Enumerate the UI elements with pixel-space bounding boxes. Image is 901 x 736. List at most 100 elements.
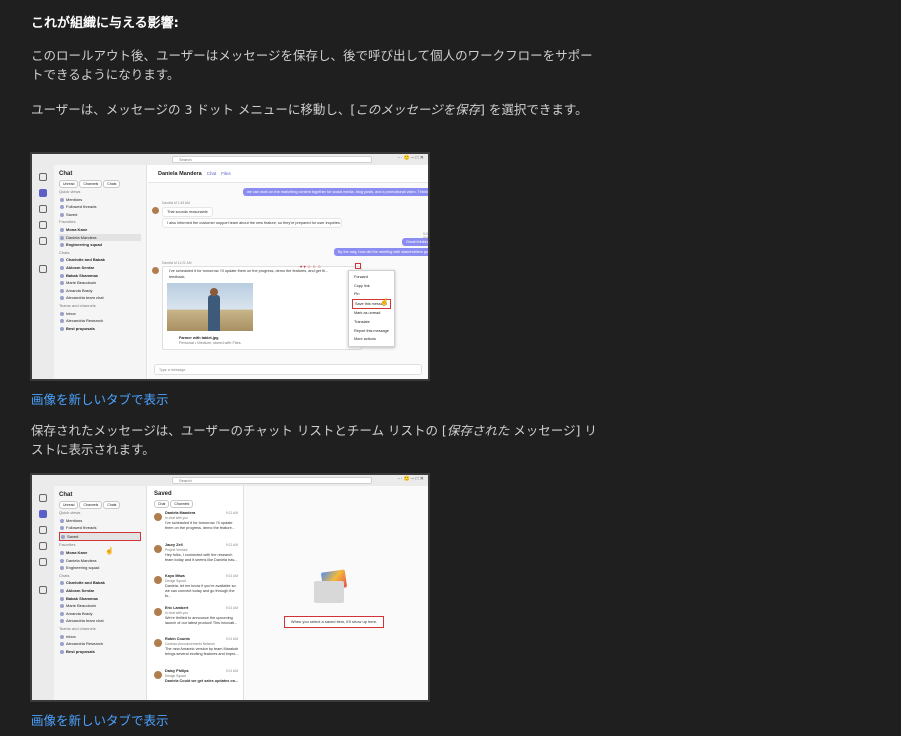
empty-state-message: When you select a saved item, it'll show… (284, 616, 384, 628)
saved-item-text: Hey folks, I connected with the research… (165, 552, 238, 562)
menu-item-translate[interactable]: Translate (352, 318, 391, 327)
menu-item-mark-unread[interactable]: Mark as unread (352, 309, 391, 318)
list-item[interactable]: Alexandria Research (59, 640, 141, 648)
calls-icon[interactable] (39, 542, 47, 550)
filter-pills: Unread Channels Chats (59, 501, 141, 509)
activity-icon[interactable] (39, 173, 47, 181)
list-item[interactable]: Alexandria Research (59, 317, 141, 325)
more-options-icon[interactable] (355, 263, 361, 269)
list-item[interactable]: Inbox (59, 310, 141, 318)
list-item[interactable]: Inbox (59, 633, 141, 641)
message-bubble[interactable]: we can work on the marketing content tog… (243, 188, 428, 196)
para3-before: 保存されたメッセージは、ユーザーのチャット リストとチーム リストの [ (31, 423, 447, 438)
message-bubble[interactable]: Great thinking. (402, 238, 428, 246)
list-item[interactable]: Charlotte and Babak (59, 256, 141, 264)
message-meta: Daniela M 1:45 AM (162, 201, 190, 205)
saved-item-time: 9:21 AM (225, 542, 238, 547)
list-item-mentions[interactable]: Mentions (59, 196, 141, 204)
chat-icon[interactable] (39, 510, 47, 518)
saved-item-text: I've scheduled it for tomorrow. I'll upd… (165, 521, 235, 530)
teams-icon[interactable] (39, 205, 47, 213)
list-item[interactable]: Marie Beaudouin (59, 279, 141, 287)
list-item[interactable]: Engineering squad (59, 241, 141, 249)
apps-icon[interactable] (39, 586, 47, 594)
menu-item-forward[interactable]: Forward (352, 273, 391, 282)
list-item[interactable]: Mona Kane (59, 549, 141, 557)
avatar (154, 607, 162, 616)
list-item-followed[interactable]: Followed threads (59, 524, 141, 532)
list-item[interactable]: Engineering squad (59, 564, 141, 572)
message-bubble[interactable]: I also informed the customer support tea… (162, 218, 342, 228)
list-item[interactable]: Alexandria team chat (59, 294, 141, 302)
list-item[interactable]: Alexandria team chat (59, 617, 141, 625)
menu-item-copy-link[interactable]: Copy link (352, 282, 391, 291)
paragraph-rollout: このロールアウト後、ユーザーはメッセージを保存し、後で呼び出して個人のワークフロ… (31, 48, 593, 82)
onedrive-icon[interactable] (39, 237, 47, 245)
screenshot-save-message[interactable]: Search ··· 🙂 – □ ✕ Chat Unread Channels Ch… (30, 152, 430, 381)
window-controls[interactable]: ··· 🙂 – □ ✕ (397, 155, 424, 161)
list-item[interactable]: Amanda Brady (59, 610, 141, 618)
saved-item-time: 9:21 AM (225, 637, 238, 641)
list-item-saved[interactable]: Saved (59, 531, 141, 542)
saved-item[interactable]: Daisy Philips 9:21 AM Design Squad Danie… (148, 666, 243, 698)
open-image-link-2[interactable]: 画像を新しいタブで表示 (31, 710, 169, 729)
list-item[interactable]: Daniela Mandera (59, 233, 141, 242)
activity-icon[interactable] (39, 494, 47, 502)
search-input[interactable]: Search (172, 156, 372, 163)
pill-chats[interactable]: Chats (103, 501, 121, 509)
tab-chat[interactable]: Chat (207, 171, 217, 176)
tab-files[interactable]: Files (221, 171, 231, 176)
list-item[interactable]: Aklosm Serdar (59, 587, 141, 595)
list-item[interactable]: Daniela Mandera (59, 557, 141, 565)
saved-item[interactable]: Daniela Mandera 9:21 AM In chat with you… (148, 508, 243, 540)
pill-chats[interactable]: Chats (103, 180, 121, 188)
list-item[interactable]: Best proposals (59, 648, 141, 656)
message-bubble[interactable]: That sounds reasonable (162, 207, 213, 217)
list-item[interactable]: Babak Shammas (59, 272, 141, 280)
list-item[interactable]: Charlotte and Babak (59, 579, 141, 587)
chat-header-name: Daniela Mandera (158, 171, 202, 177)
list-item-mentions[interactable]: Mentions (59, 517, 141, 525)
saved-item[interactable]: Kayo Miwa 9:21 AM Design Squad Daniela, … (148, 571, 243, 603)
open-image-link-1[interactable]: 画像を新しいタブで表示 (31, 389, 169, 408)
menu-item-more-actions[interactable]: More actions (352, 335, 391, 344)
saved-item[interactable]: Robin Counts 9:21 AM Contoso Announcemen… (148, 634, 243, 666)
saved-pane: Saved Chat Channels Daniela Mandera 9:21 … (148, 486, 244, 700)
list-item[interactable]: Babak Shammas (59, 595, 141, 603)
apps-icon[interactable] (39, 265, 47, 273)
chat-icon[interactable] (39, 189, 47, 197)
envelope-icon (314, 581, 344, 603)
onedrive-icon[interactable] (39, 558, 47, 566)
teams-icon[interactable] (39, 526, 47, 534)
message-card[interactable]: I've scheduled it for tomorrow. I'll upd… (162, 266, 362, 350)
search-input[interactable]: Search (172, 477, 372, 484)
pill-chat[interactable]: Chat (154, 500, 170, 508)
calls-icon[interactable] (39, 221, 47, 229)
pill-unread[interactable]: Unread (59, 180, 79, 188)
avatar (154, 513, 162, 521)
pill-channels[interactable]: Channels (170, 500, 194, 508)
reactions-bar[interactable]: ♥ ♥ ☺ ☺ ☺ (300, 264, 321, 269)
saved-item[interactable]: Jaury Zell 9:21 AM Project Venture Hey f… (148, 540, 243, 572)
message-bubble[interactable]: By the way, how did the meeting with sta… (334, 248, 428, 256)
compose-box[interactable]: Type a message (154, 364, 422, 375)
list-item[interactable]: Marie Beaudouin (59, 602, 141, 610)
list-item[interactable]: Aklosm Serdar (59, 264, 141, 272)
pill-unread[interactable]: Unread (59, 501, 79, 509)
list-item[interactable]: Amanda Brady (59, 287, 141, 295)
window-controls[interactable]: ··· 🙂 – □ ✕ (397, 476, 424, 482)
screenshot-saved-list[interactable]: Search ··· 🙂 – □ ✕ Chat Unread Channels Ch… (30, 473, 430, 702)
teams-label: Teams and channels (59, 625, 96, 631)
chat-list: Chat Unread Channels Chats Quick views Men… (54, 165, 147, 379)
pill-channels[interactable]: Channels (79, 501, 103, 509)
pill-channels[interactable]: Channels (79, 180, 103, 188)
filter-pills: Unread Channels Chats (59, 180, 141, 188)
menu-item-report[interactable]: Report this message (352, 327, 391, 336)
saved-item-text: The new Amarelo version by team Marakob … (165, 647, 239, 656)
list-item[interactable]: Mona Kane (59, 226, 141, 234)
saved-empty-state: When you select a saved item, it'll show… (244, 486, 428, 700)
list-item-saved[interactable]: Saved (59, 211, 141, 219)
list-item[interactable]: Best proposals (59, 325, 141, 333)
saved-item[interactable]: Eric Lambert 9:21 AM In chat with you We… (148, 603, 243, 635)
list-item-followed[interactable]: Followed threads (59, 203, 141, 211)
